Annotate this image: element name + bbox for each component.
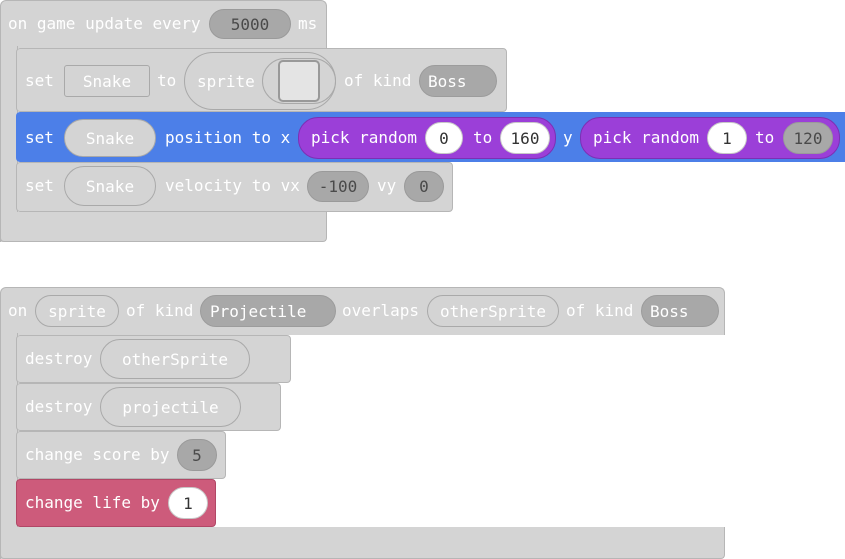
event-bottom-arm bbox=[0, 212, 327, 242]
interval-input[interactable]: 5000 bbox=[209, 9, 291, 39]
kind-label: Boss bbox=[650, 301, 689, 321]
sprite-label: sprite bbox=[197, 71, 255, 91]
of-kind-label: of kind bbox=[344, 71, 412, 90]
kind-dropdown-projectile[interactable]: Projectile bbox=[200, 295, 336, 327]
destroy-target-other-sprite[interactable]: otherSprite bbox=[100, 339, 250, 379]
set-label: set bbox=[25, 176, 54, 195]
destroy-target-projectile[interactable]: projectile bbox=[100, 387, 241, 427]
to-label: to bbox=[755, 128, 775, 147]
x-min-input[interactable]: 0 bbox=[425, 122, 463, 154]
on-game-update-label: on game update every bbox=[8, 14, 201, 33]
velocity-to-vx-label: velocity to vx bbox=[165, 176, 300, 195]
kind-dropdown-boss[interactable]: Boss bbox=[641, 295, 719, 327]
overlaps-label: overlaps bbox=[342, 301, 420, 320]
life-value-input[interactable]: 1 bbox=[168, 487, 208, 519]
to-label: to bbox=[473, 128, 493, 147]
kind-label: Boss bbox=[428, 71, 467, 91]
y-max-input[interactable]: 120 bbox=[783, 122, 833, 154]
set-label: set bbox=[25, 71, 54, 90]
vy-label: vy bbox=[377, 176, 397, 195]
y-label: y bbox=[563, 128, 573, 147]
destroy-label: destroy bbox=[25, 349, 93, 368]
on-label: on bbox=[8, 301, 28, 320]
pick-random-label: pick random bbox=[311, 128, 417, 147]
vy-input[interactable]: 0 bbox=[404, 171, 444, 202]
to-label: to bbox=[157, 71, 177, 90]
of-kind-label: of kind bbox=[126, 301, 194, 320]
destroy-label: destroy bbox=[25, 397, 93, 416]
other-sprite-param[interactable]: otherSprite bbox=[427, 295, 559, 327]
variable-dropdown-snake[interactable]: Snake bbox=[64, 166, 156, 206]
x-max-input[interactable]: 160 bbox=[500, 122, 550, 154]
sprite-image-icon[interactable] bbox=[278, 60, 320, 102]
change-score-label: change score by bbox=[25, 445, 170, 464]
variable-dropdown-snake[interactable]: Snake bbox=[64, 119, 156, 157]
position-to-x-label: position to x bbox=[165, 128, 291, 147]
change-life-label: change life by bbox=[25, 493, 160, 512]
kind-dropdown-boss[interactable]: Boss bbox=[419, 65, 497, 97]
pick-random-label: pick random bbox=[593, 128, 699, 147]
score-value-input[interactable]: 5 bbox=[177, 439, 217, 471]
variable-dropdown-snake[interactable]: Snake bbox=[64, 65, 150, 97]
of-kind-label: of kind bbox=[566, 301, 634, 320]
vx-input[interactable]: -100 bbox=[307, 171, 369, 202]
y-min-input[interactable]: 1 bbox=[707, 122, 747, 154]
set-label: set bbox=[25, 128, 54, 147]
event-bottom-arm bbox=[0, 527, 725, 559]
kind-label: Projectile bbox=[210, 301, 307, 321]
ms-label: ms bbox=[298, 14, 318, 33]
sprite-param[interactable]: sprite bbox=[35, 295, 119, 327]
